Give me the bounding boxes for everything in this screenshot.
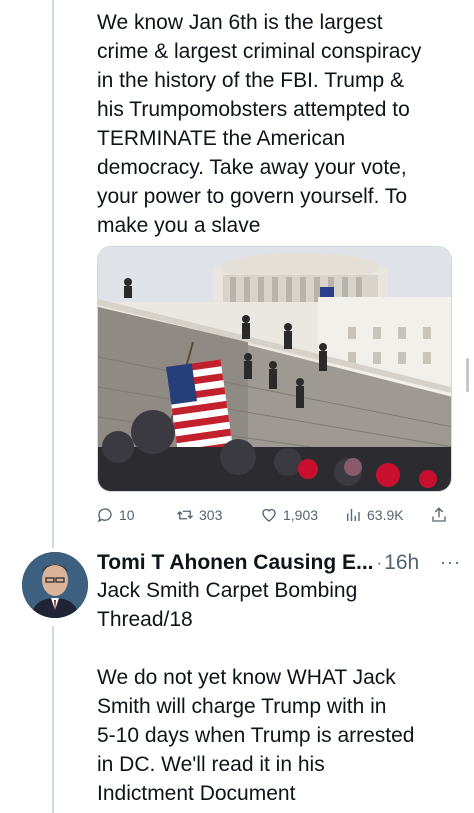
reply-count: 10 — [119, 507, 135, 523]
share-button[interactable] — [430, 504, 453, 526]
display-name[interactable]: Tomi T Ahonen Causing E... — [97, 551, 374, 575]
tweet-media-photo[interactable] — [97, 246, 452, 492]
reply-icon — [97, 508, 112, 523]
thread-line-top — [52, 0, 54, 548]
repost-icon — [177, 510, 193, 520]
more-options-icon[interactable]: ··· — [440, 552, 461, 573]
tweet-text: Jack Smith Carpet Bombing Thread/18 We d… — [97, 579, 415, 805]
avatar-portrait — [22, 552, 88, 618]
avatar[interactable] — [22, 552, 88, 618]
share-icon — [432, 507, 446, 522]
timestamp[interactable]: 16h — [384, 551, 419, 575]
tweet-header: Tomi T Ahonen Causing E... · 16h ··· — [97, 548, 467, 578]
views-chart-icon — [347, 509, 360, 521]
heart-icon — [262, 508, 276, 522]
scrollbar[interactable] — [466, 358, 469, 392]
views-count: 63.9K — [367, 507, 404, 523]
tweet-actions-bar: 10 303 1,903 63.9K — [96, 504, 456, 526]
repost-count: 303 — [199, 507, 223, 523]
thread-line-bottom — [52, 626, 54, 813]
separator-dot: · — [376, 553, 383, 572]
views-button[interactable]: 63.9K — [344, 504, 404, 526]
capitol-photo — [98, 247, 451, 491]
reply-button[interactable]: 10 — [96, 504, 135, 526]
tweet-text: We know Jan 6th is the largest crime & l… — [97, 11, 422, 237]
like-count: 1,903 — [283, 507, 319, 523]
like-button[interactable]: 1,903 — [260, 504, 318, 526]
repost-button[interactable]: 303 — [176, 504, 222, 526]
